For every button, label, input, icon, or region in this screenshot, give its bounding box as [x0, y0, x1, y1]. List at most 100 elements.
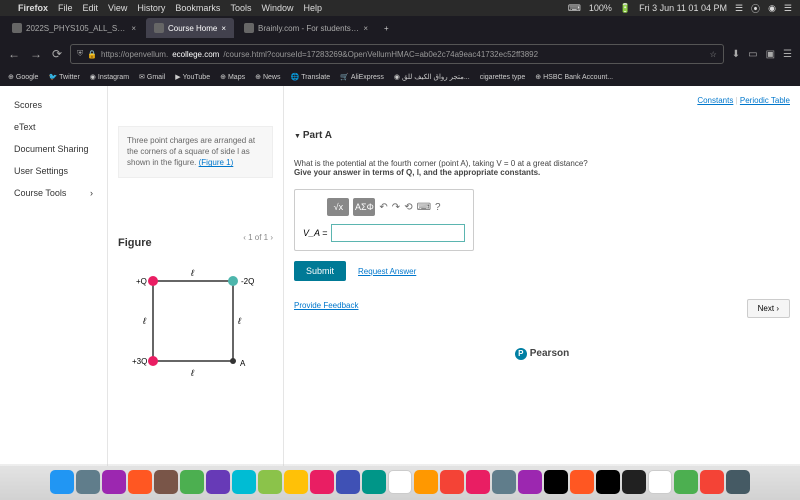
answer-field[interactable] [331, 224, 465, 242]
tab-title: 2022S_PHYS105_ALL_SECTION [26, 24, 127, 33]
dock-app[interactable] [674, 470, 698, 494]
dock-firefox[interactable] [128, 470, 152, 494]
bookmark-hsbc[interactable]: ⊕ HSBC Bank Account... [535, 73, 613, 81]
close-icon[interactable]: × [363, 24, 368, 33]
wifi-icon[interactable]: ⌨ [568, 3, 581, 14]
redo-icon[interactable]: ↷ [392, 202, 400, 213]
menu-edit[interactable]: Edit [83, 3, 99, 13]
periodic-table-link[interactable]: Periodic Table [740, 96, 790, 105]
dock-finder[interactable] [50, 470, 74, 494]
menu-extra-icon[interactable]: ☰ [784, 3, 792, 14]
next-button[interactable]: Next › [747, 299, 790, 318]
bookmark-arabic[interactable]: ◉ متجر رواق الكيف للق... [394, 73, 470, 81]
bookmark-instagram[interactable]: ◉ Instagram [90, 73, 129, 81]
dock-app[interactable] [284, 470, 308, 494]
dock-app[interactable] [544, 470, 568, 494]
dock-app[interactable] [180, 470, 204, 494]
close-icon[interactable]: × [131, 24, 136, 33]
left-column: Three point charges are arranged at the … [108, 86, 283, 466]
control-center-icon[interactable]: ☰ [735, 3, 743, 14]
bookmark-gmail[interactable]: ✉ Gmail [139, 73, 165, 81]
menu-tools[interactable]: Tools [230, 3, 251, 13]
dock-app[interactable] [570, 470, 594, 494]
clock[interactable]: Fri 3 Jun 11 01 04 PM [639, 3, 727, 13]
menu-view[interactable]: View [108, 3, 127, 13]
part-a-header[interactable]: Part A [294, 130, 790, 141]
dock-app[interactable] [440, 470, 464, 494]
submit-button[interactable]: Submit [294, 261, 346, 281]
menu-window[interactable]: Window [261, 3, 293, 13]
dock-app[interactable] [206, 470, 230, 494]
tab-strip: 2022S_PHYS105_ALL_SECTION× Course Home× … [0, 16, 800, 40]
bookmark-translate[interactable]: 🌐 Translate [290, 73, 330, 81]
dock-trash[interactable] [726, 470, 750, 494]
dock-music[interactable] [466, 470, 490, 494]
dock-terminal[interactable] [622, 470, 646, 494]
dock-app[interactable] [414, 470, 438, 494]
main-area: Three point charges are arranged at the … [108, 86, 800, 466]
help-icon[interactable]: ? [435, 202, 441, 213]
menu-history[interactable]: History [137, 3, 165, 13]
bookmark-star-icon[interactable]: ☆ [710, 50, 717, 59]
dock-app[interactable] [336, 470, 360, 494]
templates-button[interactable]: √x [327, 198, 349, 216]
bookmark-youtube[interactable]: ▶ YouTube [175, 73, 210, 81]
answer-input-row: V_A = [303, 224, 465, 242]
bookmark-maps[interactable]: ⊕ Maps [220, 73, 245, 81]
dock-app[interactable] [362, 470, 386, 494]
sidebar-etext[interactable]: eText [0, 116, 107, 138]
shield-icon[interactable]: ⛨ [77, 49, 83, 59]
dock-chrome[interactable] [648, 470, 672, 494]
sidebar-usersettings[interactable]: User Settings [0, 160, 107, 182]
download-icon[interactable]: ⬇ [732, 49, 740, 60]
dock-app[interactable] [310, 470, 334, 494]
tab-0[interactable]: 2022S_PHYS105_ALL_SECTION × [4, 18, 144, 38]
close-icon[interactable]: × [221, 24, 226, 33]
bookmark-aliexpress[interactable]: 🛒 AliExpress [340, 73, 384, 81]
dock-app[interactable] [492, 470, 516, 494]
tab-1[interactable]: Course Home× [146, 18, 234, 38]
dock-calendar[interactable] [388, 470, 412, 494]
battery-status[interactable]: 100% [589, 3, 612, 13]
provide-feedback-link[interactable]: Provide Feedback [294, 301, 358, 310]
bookmark-google[interactable]: ⊕ Google [8, 73, 38, 81]
dock-app[interactable] [258, 470, 282, 494]
symbols-button[interactable]: ΑΣΦ [353, 198, 375, 216]
sidebar-scores[interactable]: Scores [0, 94, 107, 116]
url-bar[interactable]: ⛨ 🔒 https://openvellum.ecollege.com/cour… [70, 44, 724, 64]
sidebar-docsharing[interactable]: Document Sharing [0, 138, 107, 160]
new-tab-button[interactable]: + [378, 24, 395, 33]
page-content: Scores eText Document Sharing User Setti… [0, 86, 800, 466]
account-icon[interactable]: ▭ [748, 49, 757, 60]
dock-app[interactable] [154, 470, 178, 494]
dock-tv[interactable] [596, 470, 620, 494]
sidebar-coursetools[interactable]: Course Tools› [0, 182, 107, 204]
dock-app[interactable] [700, 470, 724, 494]
lock-icon[interactable]: 🔒 [87, 50, 97, 59]
forward-button[interactable]: → [30, 47, 42, 61]
request-answer-link[interactable]: Request Answer [358, 267, 416, 276]
dock-app[interactable] [102, 470, 126, 494]
figure-link[interactable]: (Figure 1) [199, 158, 234, 167]
dock-podcasts[interactable] [518, 470, 542, 494]
reload-button[interactable]: ⟳ [52, 47, 62, 61]
keyboard-icon[interactable]: ⌨ [417, 202, 431, 213]
reset-icon[interactable]: ⟲ [404, 202, 412, 213]
menu-button[interactable]: ☰ [783, 49, 792, 60]
dock-messages[interactable] [232, 470, 256, 494]
undo-icon[interactable]: ↶ [379, 202, 387, 213]
extensions-icon[interactable]: ▣ [766, 49, 775, 60]
menu-bookmarks[interactable]: Bookmarks [175, 3, 220, 13]
bookmark-twitter[interactable]: 🐦 Twitter [48, 73, 79, 81]
constants-link[interactable]: Constants [697, 96, 733, 105]
bookmark-news[interactable]: ⊕ News [255, 73, 280, 81]
app-name[interactable]: Firefox [18, 3, 48, 13]
back-button[interactable]: ← [8, 47, 20, 61]
bookmark-cigarettes[interactable]: cigarettes type [480, 74, 526, 81]
menu-help[interactable]: Help [303, 3, 322, 13]
menu-file[interactable]: File [58, 3, 73, 13]
search-icon[interactable]: ⦿ [751, 2, 760, 15]
dock-safari[interactable] [76, 470, 100, 494]
siri-icon[interactable]: ◉ [768, 3, 776, 14]
tab-2[interactable]: Brainly.com - For students. By s× [236, 18, 376, 38]
